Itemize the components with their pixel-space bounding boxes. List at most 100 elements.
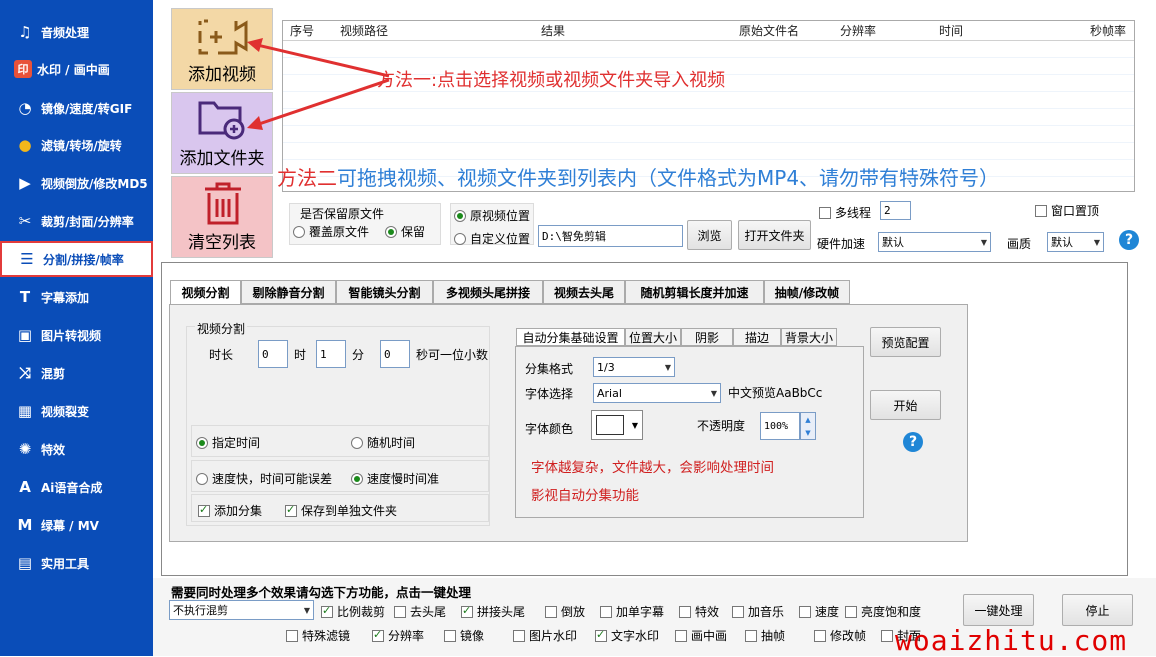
keep-label: 保留 <box>401 225 426 239</box>
sidebar-item-7[interactable]: T 字幕添加 <box>0 279 153 315</box>
tab-5[interactable]: 随机剪辑长度并加速 <box>625 280 764 304</box>
custom-location-radio[interactable]: 自定义位置 <box>454 230 530 247</box>
keep-radio[interactable]: 保留 <box>385 223 425 240</box>
window-top-checkbox[interactable]: 窗口置顶 <box>1035 202 1099 219</box>
seconds-unit: 秒可一位小数 <box>416 348 489 362</box>
batch-option-checkbox[interactable]: 图片水印 <box>513 627 577 644</box>
sidebar-item-5[interactable]: ✂ 裁剪/封面/分辨率 <box>0 203 153 239</box>
random-time-radio[interactable]: 随机时间 <box>351 434 415 451</box>
batch-option-checkbox[interactable]: 拼接头尾 <box>461 603 525 620</box>
sidebar-item-12[interactable]: A Ai语音合成 <box>0 469 153 505</box>
column-header[interactable]: 秒帧率 <box>1090 21 1126 41</box>
filter-icon: ● <box>18 136 32 154</box>
batch-option-checkbox[interactable]: 镜像 <box>444 627 484 644</box>
sidebar-item-1[interactable]: 印水印 / 画中画 <box>0 51 153 87</box>
column-header[interactable]: 分辨率 <box>840 21 876 41</box>
column-header[interactable]: 结果 <box>541 21 565 41</box>
sidebar-item-13[interactable]: M 绿幕 / MV <box>0 507 153 543</box>
sidebar-item-2[interactable]: ◔ 镜像/速度/转GIF <box>0 90 153 126</box>
minutes-input[interactable]: 1 <box>316 340 346 368</box>
chevron-down-icon: ▼ <box>1093 237 1100 247</box>
subtab-2[interactable]: 阴影 <box>681 328 733 346</box>
stop-button[interactable]: 停止 <box>1062 594 1133 626</box>
checkbox-icon <box>881 629 893 642</box>
hours-input[interactable]: 0 <box>258 340 288 368</box>
sidebar-item-3[interactable]: ● 滤镜/转场/旋转 <box>0 127 153 163</box>
save-separate-checkbox[interactable]: 保存到单独文件夹 <box>285 502 397 519</box>
batch-option-checkbox[interactable]: 倒放 <box>545 603 585 620</box>
one-click-button[interactable]: 一键处理 <box>963 594 1034 626</box>
hw-accel-select[interactable]: 默认 ▼ <box>878 232 991 252</box>
orig-location-radio[interactable]: 原视频位置 <box>454 207 530 224</box>
subtab-1[interactable]: 位置大小 <box>625 328 681 346</box>
opacity-input[interactable]: 100% <box>760 412 800 440</box>
sidebar-item-label: Ai语音合成 <box>41 480 103 495</box>
multithread-label: 多线程 <box>835 206 872 220</box>
subtab-4[interactable]: 背景大小 <box>781 328 837 346</box>
sidebar-item-8[interactable]: ▣ 图片转视频 <box>0 317 153 353</box>
split-group-title: 视频分割 <box>195 320 248 337</box>
sidebar-item-0[interactable]: ♫ 音频处理 <box>0 14 153 50</box>
sidebar-item-10[interactable]: ▦ 视频裂变 <box>0 393 153 429</box>
clear-list-label: 清空列表 <box>188 233 256 253</box>
font-select[interactable]: Arial ▼ <box>593 383 721 403</box>
preview-config-button[interactable]: 预览配置 <box>870 327 941 357</box>
batch-option-checkbox[interactable]: 加单字幕 <box>600 603 664 620</box>
batch-option-checkbox[interactable]: 分辨率 <box>372 627 424 644</box>
subtab-3[interactable]: 描边 <box>733 328 781 346</box>
tab-3[interactable]: 多视频头尾拼接 <box>433 280 543 304</box>
open-folder-button[interactable]: 打开文件夹 <box>738 220 811 250</box>
overwrite-radio[interactable]: 覆盖原文件 <box>293 223 369 240</box>
batch-option-checkbox[interactable]: 比例裁剪 <box>321 603 385 620</box>
thread-count-input[interactable]: 2 <box>880 201 911 220</box>
fixed-time-radio[interactable]: 指定时间 <box>196 434 260 451</box>
sidebar: ♫ 音频处理印水印 / 画中画 ◔ 镜像/速度/转GIF ● 滤镜/转场/旋转 ▶ 视频倒放/… <box>0 0 153 656</box>
checkbox-icon <box>819 206 831 219</box>
radio-icon <box>351 472 363 485</box>
batch-option-checkbox[interactable]: 加音乐 <box>732 603 784 620</box>
seconds-input[interactable]: 0 <box>380 340 410 368</box>
format-select[interactable]: 1/3 ▼ <box>593 357 675 377</box>
batch-option-checkbox[interactable]: 速度 <box>799 603 839 620</box>
batch-option-checkbox[interactable]: 亮度饱和度 <box>845 603 921 620</box>
font-color-picker[interactable]: ▼ <box>591 410 643 440</box>
help-icon[interactable]: ? <box>1119 230 1139 250</box>
sidebar-item-6[interactable]: ☰ 分割/拼接/帧率 <box>0 241 153 277</box>
column-header[interactable]: 时间 <box>939 21 963 41</box>
tab-1[interactable]: 剔除静音分割 <box>241 280 336 304</box>
opacity-stepper[interactable]: ▲ ▼ <box>800 412 816 440</box>
clear-list-button[interactable]: 清空列表 <box>171 176 273 258</box>
add-episode-checkbox[interactable]: 添加分集 <box>198 502 262 519</box>
note-auto-episode: 影视自动分集功能 <box>531 488 639 504</box>
mix-select[interactable]: 不执行混剪 ▼ <box>169 600 314 620</box>
tab-4[interactable]: 视频去头尾 <box>543 280 625 304</box>
sidebar-item-9[interactable]: ⤨ 混剪 <box>0 355 153 391</box>
sidebar-item-11[interactable]: ✺ 特效 <box>0 431 153 467</box>
batch-option-checkbox[interactable]: 特殊滤镜 <box>286 627 350 644</box>
tab-0[interactable]: 视频分割 <box>170 280 241 304</box>
tab-6[interactable]: 抽帧/修改帧 <box>764 280 850 304</box>
help-icon[interactable]: ? <box>903 432 923 452</box>
batch-option-checkbox[interactable]: 画中画 <box>675 627 727 644</box>
fast-speed-radio[interactable]: 速度快，时间可能误差 <box>196 470 332 487</box>
subtab-0[interactable]: 自动分集基础设置 <box>516 328 625 346</box>
watermark-text: woaizhitu.com <box>895 624 1128 657</box>
column-header[interactable]: 原始文件名 <box>739 21 799 41</box>
batch-option-checkbox[interactable]: 修改帧 <box>814 627 866 644</box>
batch-option-checkbox[interactable]: 抽帧 <box>745 627 785 644</box>
slow-speed-radio[interactable]: 速度慢时间准 <box>351 470 439 487</box>
sidebar-item-4[interactable]: ▶ 视频倒放/修改MD5 <box>0 165 153 201</box>
browse-button[interactable]: 浏览 <box>687 220 732 250</box>
quality-select[interactable]: 默认 ▼ <box>1047 232 1104 252</box>
batch-option-checkbox[interactable]: 去头尾 <box>394 603 446 620</box>
checkbox-icon <box>600 605 612 618</box>
checkbox-icon <box>394 605 406 618</box>
sidebar-item-14[interactable]: ▤ 实用工具 <box>0 545 153 581</box>
batch-option-checkbox[interactable]: 文字水印 <box>595 627 659 644</box>
batch-option-label: 比例裁剪 <box>337 605 386 619</box>
output-path-input[interactable]: D:\智免剪辑 <box>538 225 683 247</box>
multithread-checkbox[interactable]: 多线程 <box>819 204 871 221</box>
start-button[interactable]: 开始 <box>870 390 941 420</box>
tab-2[interactable]: 智能镜头分割 <box>336 280 433 304</box>
batch-option-checkbox[interactable]: 特效 <box>679 603 719 620</box>
